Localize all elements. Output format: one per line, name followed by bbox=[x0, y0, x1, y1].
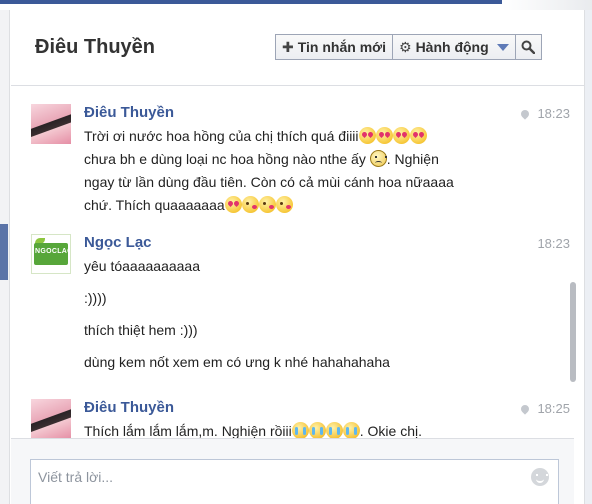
message-line: yêu tóaaaaaaaaaa bbox=[84, 258, 200, 274]
search-button[interactable] bbox=[515, 34, 542, 60]
avatar[interactable] bbox=[31, 399, 71, 438]
message-line: Trời ơi nước hoa hồng của chị thích quá … bbox=[84, 125, 514, 148]
location-pin-icon[interactable] bbox=[519, 402, 532, 415]
heart-eyes-emoji-icon bbox=[375, 127, 393, 144]
chevron-down-icon bbox=[496, 43, 509, 51]
message-time: 18:25 bbox=[519, 401, 570, 416]
message-body: Thích lắm lắm lắm,m. Nghiện rồiii . Okie … bbox=[84, 420, 514, 438]
conversation-header: Điêu Thuyền ✚ Tin nhắn mới ⚙ Hành động bbox=[11, 12, 584, 86]
search-icon bbox=[521, 40, 536, 54]
thread-scrollbar[interactable] bbox=[570, 282, 576, 382]
message-line: chưa bh e dùng loại nc hoa hồng nào nthe… bbox=[84, 148, 514, 171]
kiss-emoji-icon bbox=[275, 196, 293, 213]
plus-icon: ✚ bbox=[282, 38, 294, 55]
message-text: chưa bh e dùng loại nc hoa hồng nào nthe… bbox=[84, 151, 366, 167]
heart-eyes-emoji-icon bbox=[358, 127, 376, 144]
sender-name[interactable]: Ngọc Lạc bbox=[84, 234, 152, 251]
top-bar-fade bbox=[502, 0, 592, 10]
message-text: . Okie chị. bbox=[359, 423, 422, 438]
sender-name[interactable]: Điêu Thuyền bbox=[84, 399, 174, 416]
conversation-toolbar: ✚ Tin nhắn mới ⚙ Hành động bbox=[275, 34, 542, 60]
conversation-title: Điêu Thuyền bbox=[35, 36, 156, 58]
frown-emoji-icon bbox=[369, 150, 387, 167]
actions-label: Hành động bbox=[415, 39, 489, 55]
message-text: . Nghiện bbox=[386, 151, 439, 167]
crying-emoji-icon bbox=[308, 422, 326, 438]
heart-eyes-emoji-icon bbox=[409, 127, 427, 144]
message-text: Thích lắm lắm lắm,m. Nghiện rồiii bbox=[84, 423, 292, 438]
new-message-button[interactable]: ✚ Tin nhắn mới bbox=[275, 34, 393, 60]
message-body: yêu tóaaaaaaaaaa :)))) thích thiệt hem :… bbox=[84, 255, 514, 374]
reply-input[interactable]: Viết trả lời... bbox=[30, 459, 559, 504]
message-line: thích thiệt hem :))) bbox=[84, 322, 198, 338]
smiley-icon[interactable] bbox=[531, 468, 549, 486]
message-text: Trời ơi nước hoa hồng của chị thích quá … bbox=[84, 128, 359, 144]
chat-window: Điêu Thuyền ✚ Tin nhắn mới ⚙ Hành động Đ… bbox=[0, 0, 592, 504]
sender-name[interactable]: Điêu Thuyền bbox=[84, 104, 174, 121]
crying-emoji-icon bbox=[342, 422, 360, 438]
gear-icon: ⚙ bbox=[399, 38, 412, 55]
kiss-emoji-icon bbox=[258, 196, 276, 213]
message-line: chứ. Thích quaaaaaaa bbox=[84, 194, 514, 217]
heart-eyes-emoji-icon bbox=[224, 196, 242, 213]
reply-placeholder: Viết trả lời... bbox=[38, 469, 114, 485]
crying-emoji-icon bbox=[291, 422, 309, 438]
left-panel-accent bbox=[0, 224, 8, 280]
message-text: chứ. Thích quaaaaaaa bbox=[84, 197, 225, 213]
message-time: 18:23 bbox=[519, 106, 570, 121]
message-body: Trời ơi nước hoa hồng của chị thích quá … bbox=[84, 125, 514, 217]
message-thread[interactable]: Điêu Thuyền 18:23 Trời ơi nước hoa hồng … bbox=[11, 88, 574, 438]
new-message-label: Tin nhắn mới bbox=[297, 39, 386, 55]
left-panel-edge bbox=[0, 10, 10, 504]
heart-eyes-emoji-icon bbox=[392, 127, 410, 144]
avatar-logo-text: NGOCLAC bbox=[35, 248, 71, 255]
right-panel-edge bbox=[584, 10, 592, 504]
time-label: 18:25 bbox=[537, 401, 570, 416]
avatar[interactable] bbox=[31, 104, 71, 144]
crying-emoji-icon bbox=[325, 422, 343, 438]
avatar[interactable]: NGOCLAC bbox=[31, 234, 71, 274]
message-line: dùng kem nốt xem em có ưng k nhé hahahah… bbox=[84, 354, 390, 370]
message-line: :)))) bbox=[84, 290, 107, 306]
time-label: 18:23 bbox=[537, 106, 570, 121]
time-label: 18:23 bbox=[537, 236, 570, 251]
kiss-emoji-icon bbox=[241, 196, 259, 213]
actions-button[interactable]: ⚙ Hành động bbox=[393, 34, 516, 60]
location-pin-icon[interactable] bbox=[519, 107, 532, 120]
message-line: Thích lắm lắm lắm,m. Nghiện rồiii . Okie … bbox=[84, 420, 514, 438]
message-line: ngay từ lần dùng đầu tiên. Còn có cả mùi… bbox=[84, 174, 454, 190]
top-bar bbox=[0, 0, 592, 10]
reply-composer: Viết trả lời... bbox=[11, 438, 574, 504]
message-time: 18:23 bbox=[537, 236, 570, 251]
